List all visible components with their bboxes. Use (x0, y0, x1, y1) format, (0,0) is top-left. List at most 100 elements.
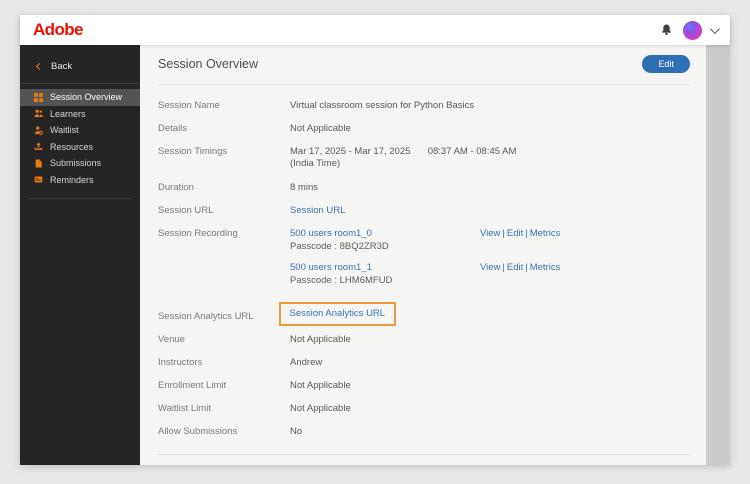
app-window: Adobe Back Session Overview Learners Wai… (20, 15, 730, 465)
field-row-allow-submissions: Allow Submissions No (158, 426, 690, 438)
sidebar-item-reminders[interactable]: Reminders (20, 172, 140, 189)
field-label: Enrollment Limit (158, 380, 227, 392)
bottom-divider (158, 454, 691, 455)
vertical-scrollbar[interactable] (706, 45, 730, 465)
actions-separator: | (525, 262, 528, 274)
field-value: Not Applicable (290, 123, 351, 135)
field-label: Waitlist Limit (158, 403, 211, 415)
timings-time-range: 08:37 AM - 08:45 AM (427, 146, 517, 158)
actions-separator: | (525, 227, 528, 239)
resources-icon (34, 142, 43, 151)
session-url-link[interactable]: Session URL (290, 205, 345, 216)
recording-edit-link[interactable]: Edit (507, 228, 523, 239)
recording-actions: View | Edit | Metrics (480, 228, 560, 240)
field-label: Session Name (158, 100, 220, 111)
field-row-instructors: Instructors Andrew (158, 357, 690, 369)
field-label: Instructors (158, 356, 203, 368)
main-content: Session Overview Edit Session Name Virtu… (140, 45, 706, 465)
field-value: Not Applicable (290, 333, 351, 345)
actions-separator: | (502, 227, 505, 239)
sidebar-item-label: Learners (50, 108, 86, 119)
back-chevron-icon (35, 62, 44, 70)
recording-passcode: Passcode : LHM6MFUD (290, 275, 393, 287)
field-value: No (290, 426, 303, 438)
sidebar-item-label: Reminders (50, 174, 94, 185)
sidebar-item-label: Waitlist (50, 125, 79, 136)
sidebar-item-learners[interactable]: Learners (20, 106, 140, 123)
main-header: Session Overview Edit (158, 55, 690, 73)
field-row-enrollment-limit: Enrollment Limit Not Applicable (158, 380, 690, 392)
field-row-session-name: Session Name Virtual classroom session f… (158, 100, 690, 112)
recording-metrics-link[interactable]: Metrics (530, 228, 561, 239)
field-row-duration: Duration 8 mins (158, 182, 690, 194)
field-label: Session Timings (158, 146, 228, 158)
field-row-session-timings: Session Timings Mar 17, 2025 - Mar 17, 2… (158, 146, 690, 170)
field-label: Session URL (158, 204, 214, 216)
recording-metrics-link[interactable]: Metrics (530, 262, 561, 273)
sidebar-back-button[interactable]: Back (20, 53, 140, 79)
timings-date-range: Mar 17, 2025 - Mar 17, 2025 (290, 146, 411, 158)
field-label: Allow Submissions (158, 426, 238, 438)
reminders-icon (34, 176, 43, 183)
field-row-details: Details Not Applicable (158, 123, 690, 135)
waitlist-icon (35, 126, 43, 135)
user-avatar[interactable] (683, 20, 702, 40)
sidebar-divider (28, 198, 132, 199)
back-label: Back (51, 60, 73, 72)
timings-timezone: (India Time) (290, 158, 341, 170)
recording-info: 500 users room1_1 Passcode : LHM6MFUD (290, 262, 480, 287)
field-label: Duration (158, 181, 194, 193)
field-label: Session Recording (158, 227, 238, 239)
recording-actions: View | Edit | Metrics (480, 262, 560, 274)
recording-view-link[interactable]: View (480, 262, 500, 273)
edit-button[interactable]: Edit (642, 55, 690, 73)
field-rows: Session Name Virtual classroom session f… (158, 100, 690, 439)
field-label: Venue (158, 333, 185, 345)
sidebar-item-waitlist[interactable]: Waitlist (20, 122, 140, 139)
field-row-waitlist-limit: Waitlist Limit Not Applicable (158, 403, 690, 415)
field-row-session-url: Session URL Session URL (158, 205, 690, 217)
field-row-session-analytics-url: Session Analytics URL Session Analytics … (158, 301, 690, 326)
field-row-venue: Venue Not Applicable (158, 334, 690, 346)
sidebar-item-label: Resources (50, 141, 94, 152)
header-divider (158, 84, 690, 85)
recording-info: 500 users room1_0 Passcode : 8BQ2ZR3D (290, 228, 480, 253)
sidebar: Back Session Overview Learners Waitlist … (20, 45, 140, 465)
field-value: Not Applicable (290, 403, 351, 415)
recording-item: 500 users room1_0 Passcode : 8BQ2ZR3D Vi… (290, 228, 560, 253)
timings-line: Mar 17, 2025 - Mar 17, 2025 08:37 AM - 0… (290, 146, 516, 158)
top-bar: Adobe (20, 15, 730, 45)
sidebar-item-resources[interactable]: Resources (20, 139, 140, 156)
page-title: Session Overview (158, 57, 259, 71)
recording-view-link[interactable]: View (480, 228, 500, 239)
recording-passcode: Passcode : 8BQ2ZR3D (290, 241, 389, 253)
learners-icon (34, 110, 43, 118)
recording-link[interactable]: 500 users room1_0 (290, 228, 372, 239)
field-value: Not Applicable (290, 380, 351, 392)
sidebar-item-label: Session Overview (50, 92, 123, 103)
session-analytics-url-link[interactable]: Session Analytics URL (290, 308, 386, 319)
actions-separator: | (502, 262, 505, 274)
field-row-session-recording: Session Recording 500 users room1_0 Pass… (158, 228, 690, 297)
field-value: 8 mins (290, 181, 318, 193)
sidebar-item-submissions[interactable]: Submissions (20, 155, 140, 172)
recording-link[interactable]: 500 users room1_1 (290, 262, 372, 273)
field-value: Mar 17, 2025 - Mar 17, 2025 08:37 AM - 0… (290, 146, 516, 170)
adobe-logo: Adobe (33, 20, 83, 39)
sidebar-divider (20, 83, 140, 84)
sidebar-item-label: Submissions (50, 158, 102, 169)
recording-edit-link[interactable]: Edit (507, 262, 523, 273)
field-value: Virtual classroom session for Python Bas… (290, 100, 475, 111)
recording-item: 500 users room1_1 Passcode : LHM6MFUD Vi… (290, 262, 560, 287)
field-label: Session Analytics URL (158, 310, 254, 322)
field-label: Details (158, 123, 188, 135)
overview-grid-icon (34, 92, 43, 102)
submissions-icon (35, 159, 42, 168)
sidebar-item-session-overview[interactable]: Session Overview (20, 89, 140, 106)
field-value: Andrew (290, 356, 323, 368)
analytics-highlight-box: Session Analytics URL (278, 301, 397, 326)
topbar-right-group (660, 20, 720, 40)
notifications-bell-icon[interactable] (660, 23, 673, 37)
app-body: Back Session Overview Learners Waitlist … (20, 45, 730, 465)
user-menu-chevron-down-icon[interactable] (709, 23, 720, 34)
